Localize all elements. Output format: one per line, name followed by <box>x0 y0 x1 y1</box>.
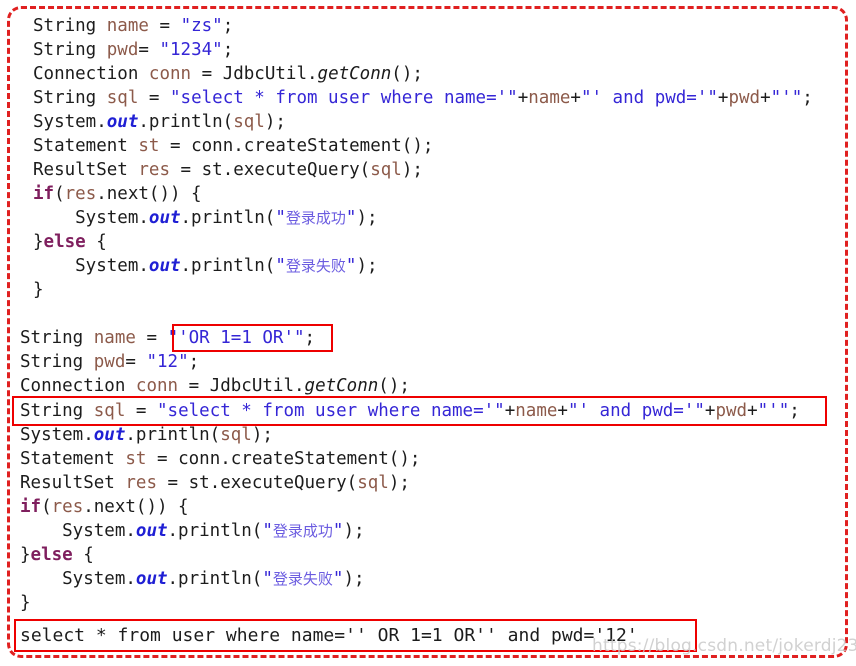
code-line: } <box>20 593 31 613</box>
code-line: System.out.println(sql); <box>33 112 286 132</box>
code-line: Connection conn = JdbcUtil.getConn(); <box>20 376 410 396</box>
code-line: System.out.println("登录成功"); <box>33 208 378 228</box>
code-line: System.out.println(sql); <box>20 425 273 445</box>
code-line: String pwd= "1234"; <box>33 40 234 60</box>
code-line: }else { <box>33 232 107 252</box>
code-line: String pwd= "12"; <box>20 352 200 372</box>
code-line: Statement st = conn.createStatement(); <box>20 449 421 469</box>
code-line: System.out.println("登录失败"); <box>20 569 365 589</box>
sql-output-line: select * from user where name='' OR 1=1 … <box>20 625 638 646</box>
code-line: Statement st = conn.createStatement(); <box>33 136 434 156</box>
code-line: String name = "zs"; <box>33 16 234 36</box>
code-line: System.out.println("登录失败"); <box>33 256 378 276</box>
code-line: System.out.println("登录成功"); <box>20 521 365 541</box>
code-line: Connection conn = JdbcUtil.getConn(); <box>33 64 423 84</box>
code-line: } <box>33 280 44 300</box>
code-line: if(res.next()) { <box>33 184 202 204</box>
code-line: ResultSet res = st.executeQuery(sql); <box>33 160 423 180</box>
code-line: ResultSet res = st.executeQuery(sql); <box>20 473 410 493</box>
code-area: String name = "zs"; String pwd= "1234"; … <box>0 0 856 666</box>
screenshot-root: String name = "zs"; String pwd= "1234"; … <box>0 0 856 666</box>
code-line: String sql = "select * from user where n… <box>33 88 813 108</box>
code-line: String name = "'OR 1=1 OR'"; <box>20 328 316 348</box>
code-line: if(res.next()) { <box>20 497 189 517</box>
watermark-text: https://blog.csdn.net/jokerdj233 <box>592 636 856 656</box>
code-line: String sql = "select * from user where n… <box>20 401 800 421</box>
code-line: }else { <box>20 545 94 565</box>
